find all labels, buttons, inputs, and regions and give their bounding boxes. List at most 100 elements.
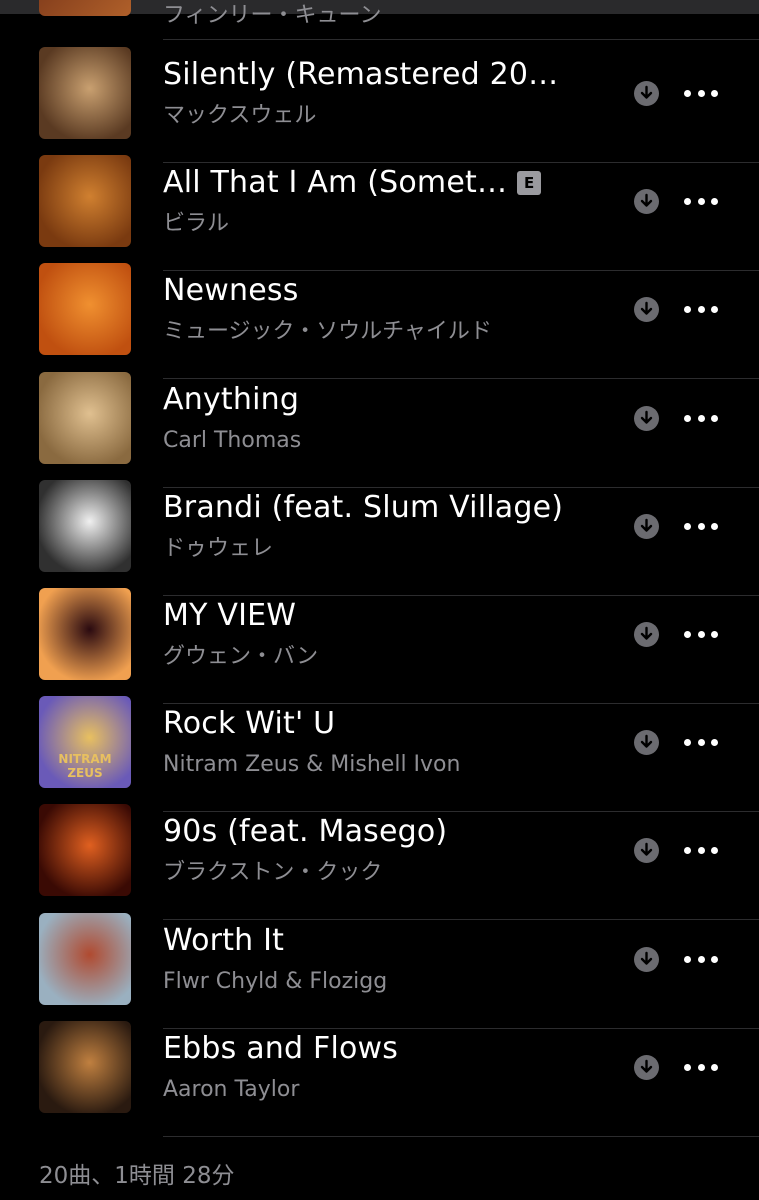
ellipsis-dot (711, 305, 718, 313)
ellipsis-dot (684, 630, 691, 638)
song-row[interactable]: NITRAM ZEUS Rock Wit' U Nitram Zeus & Mish… (0, 696, 759, 812)
more-ellipsis-icon[interactable] (684, 83, 718, 103)
song-row[interactable]: Anything Carl Thomas (0, 372, 759, 488)
song-title-text: All That I Am (Somet… (163, 165, 508, 200)
download-arrow-icon (640, 842, 653, 856)
song-title: MY VIEW (163, 598, 296, 634)
download-circle-icon[interactable] (634, 406, 659, 431)
album-art (39, 372, 131, 464)
song-row[interactable]: Silently (Remastered 20… マックスウェル (0, 47, 759, 163)
ellipsis-dot (684, 89, 691, 97)
song-title-text: Newness (163, 273, 299, 308)
song-row[interactable]: All That I Am (Somet… E ビラル (0, 155, 759, 271)
download-arrow-icon (640, 951, 653, 965)
download-arrow-icon (640, 518, 653, 532)
song-title: Rock Wit' U (163, 706, 335, 742)
song-title-text: MY VIEW (163, 598, 297, 633)
download-arrow-icon (640, 193, 653, 207)
song-title-text: Silently (Remastered 20… (163, 57, 559, 92)
artist-name: グウェン・バン (163, 644, 319, 669)
ellipsis-dot (711, 414, 718, 422)
artist-name: Carl Thomas (163, 428, 302, 453)
ellipsis-dot (697, 414, 705, 422)
more-ellipsis-icon[interactable] (684, 840, 718, 860)
album-art: NITRAM ZEUS (39, 696, 131, 788)
download-circle-icon[interactable] (634, 81, 659, 106)
more-ellipsis-icon[interactable] (684, 516, 718, 536)
download-circle-icon[interactable] (634, 514, 659, 539)
ellipsis-dot (711, 955, 718, 963)
download-circle-icon[interactable] (634, 838, 659, 863)
song-row[interactable]: Worth It Flwr Chyld & Flozigg (0, 913, 759, 1029)
album-art (39, 155, 131, 247)
more-ellipsis-icon[interactable] (684, 732, 718, 752)
download-circle-icon[interactable] (634, 622, 659, 647)
song-title: 90s (feat. Masego) (163, 814, 447, 850)
more-ellipsis-icon[interactable] (684, 299, 718, 319)
album-art (39, 804, 131, 896)
artist-name: ブラクストン・クック (163, 860, 383, 885)
more-ellipsis-icon[interactable] (684, 191, 718, 211)
ellipsis-dot (684, 197, 691, 205)
download-arrow-icon (640, 85, 653, 99)
playlist-summary: 20曲、1時間 28分 (39, 1163, 235, 1189)
ellipsis-dot (697, 1063, 705, 1071)
download-circle-icon[interactable] (634, 947, 659, 972)
ellipsis-dot (697, 197, 705, 205)
song-row-partial[interactable]: フィンリー・キューン (0, 0, 759, 40)
song-title: Anything (163, 382, 299, 418)
ellipsis-dot (711, 846, 718, 854)
song-row[interactable]: 90s (feat. Masego) ブラクストン・クック (0, 804, 759, 920)
artist-name: Aaron Taylor (163, 1077, 300, 1102)
ellipsis-dot (684, 1063, 691, 1071)
ellipsis-dot (684, 414, 691, 422)
song-title-text: Brandi (feat. Slum Village) (163, 490, 564, 525)
download-circle-icon[interactable] (634, 297, 659, 322)
song-title: Silently (Remastered 20… (163, 57, 558, 93)
album-art (39, 588, 131, 680)
more-ellipsis-icon[interactable] (684, 949, 718, 969)
more-ellipsis-icon[interactable] (684, 1057, 718, 1077)
more-ellipsis-icon[interactable] (684, 408, 718, 428)
ellipsis-dot (711, 738, 718, 746)
ellipsis-dot (697, 89, 705, 97)
song-row[interactable]: MY VIEW グウェン・バン (0, 588, 759, 704)
download-circle-icon[interactable] (634, 730, 659, 755)
ellipsis-dot (711, 1063, 718, 1071)
ellipsis-dot (711, 522, 718, 530)
ellipsis-dot (711, 197, 718, 205)
ellipsis-dot (684, 305, 691, 313)
album-art (39, 263, 131, 355)
song-title-text: Rock Wit' U (163, 706, 336, 741)
artist-name: マックスウェル (163, 103, 317, 128)
ellipsis-dot (684, 522, 691, 530)
ellipsis-dot (697, 305, 705, 313)
explicit-badge: E (517, 171, 542, 195)
song-title: Newness (163, 273, 299, 309)
song-row[interactable]: Ebbs and Flows Aaron Taylor (0, 1021, 759, 1137)
download-arrow-icon (640, 301, 653, 315)
song-title-text: Worth It (163, 923, 285, 958)
song-title: Ebbs and Flows (163, 1031, 398, 1067)
song-title: Brandi (feat. Slum Village) (163, 490, 563, 526)
song-row[interactable]: Brandi (feat. Slum Village) ドゥウェレ (0, 480, 759, 596)
song-row[interactable]: Newness ミュージック・ソウルチャイルド (0, 263, 759, 379)
song-title: Worth It (163, 923, 284, 959)
ellipsis-dot (711, 89, 718, 97)
song-title-text: 90s (feat. Masego) (163, 814, 448, 849)
download-circle-icon[interactable] (634, 189, 659, 214)
ellipsis-dot (684, 738, 691, 746)
artist-name: ビラル (163, 211, 230, 236)
download-arrow-icon (640, 626, 653, 640)
song-title-text: Ebbs and Flows (163, 1031, 399, 1066)
album-art (39, 1021, 131, 1113)
ellipsis-dot (697, 738, 705, 746)
ellipsis-dot (697, 955, 705, 963)
download-circle-icon[interactable] (634, 1055, 659, 1080)
more-ellipsis-icon[interactable] (684, 624, 718, 644)
artist-name: ミュージック・ソウルチャイルド (163, 319, 492, 344)
artist-name: Flwr Chyld & Flozigg (163, 969, 388, 994)
row-divider (163, 1136, 759, 1137)
song-title-text: Anything (163, 382, 300, 417)
artist-name: フィンリー・キューン (163, 3, 382, 28)
